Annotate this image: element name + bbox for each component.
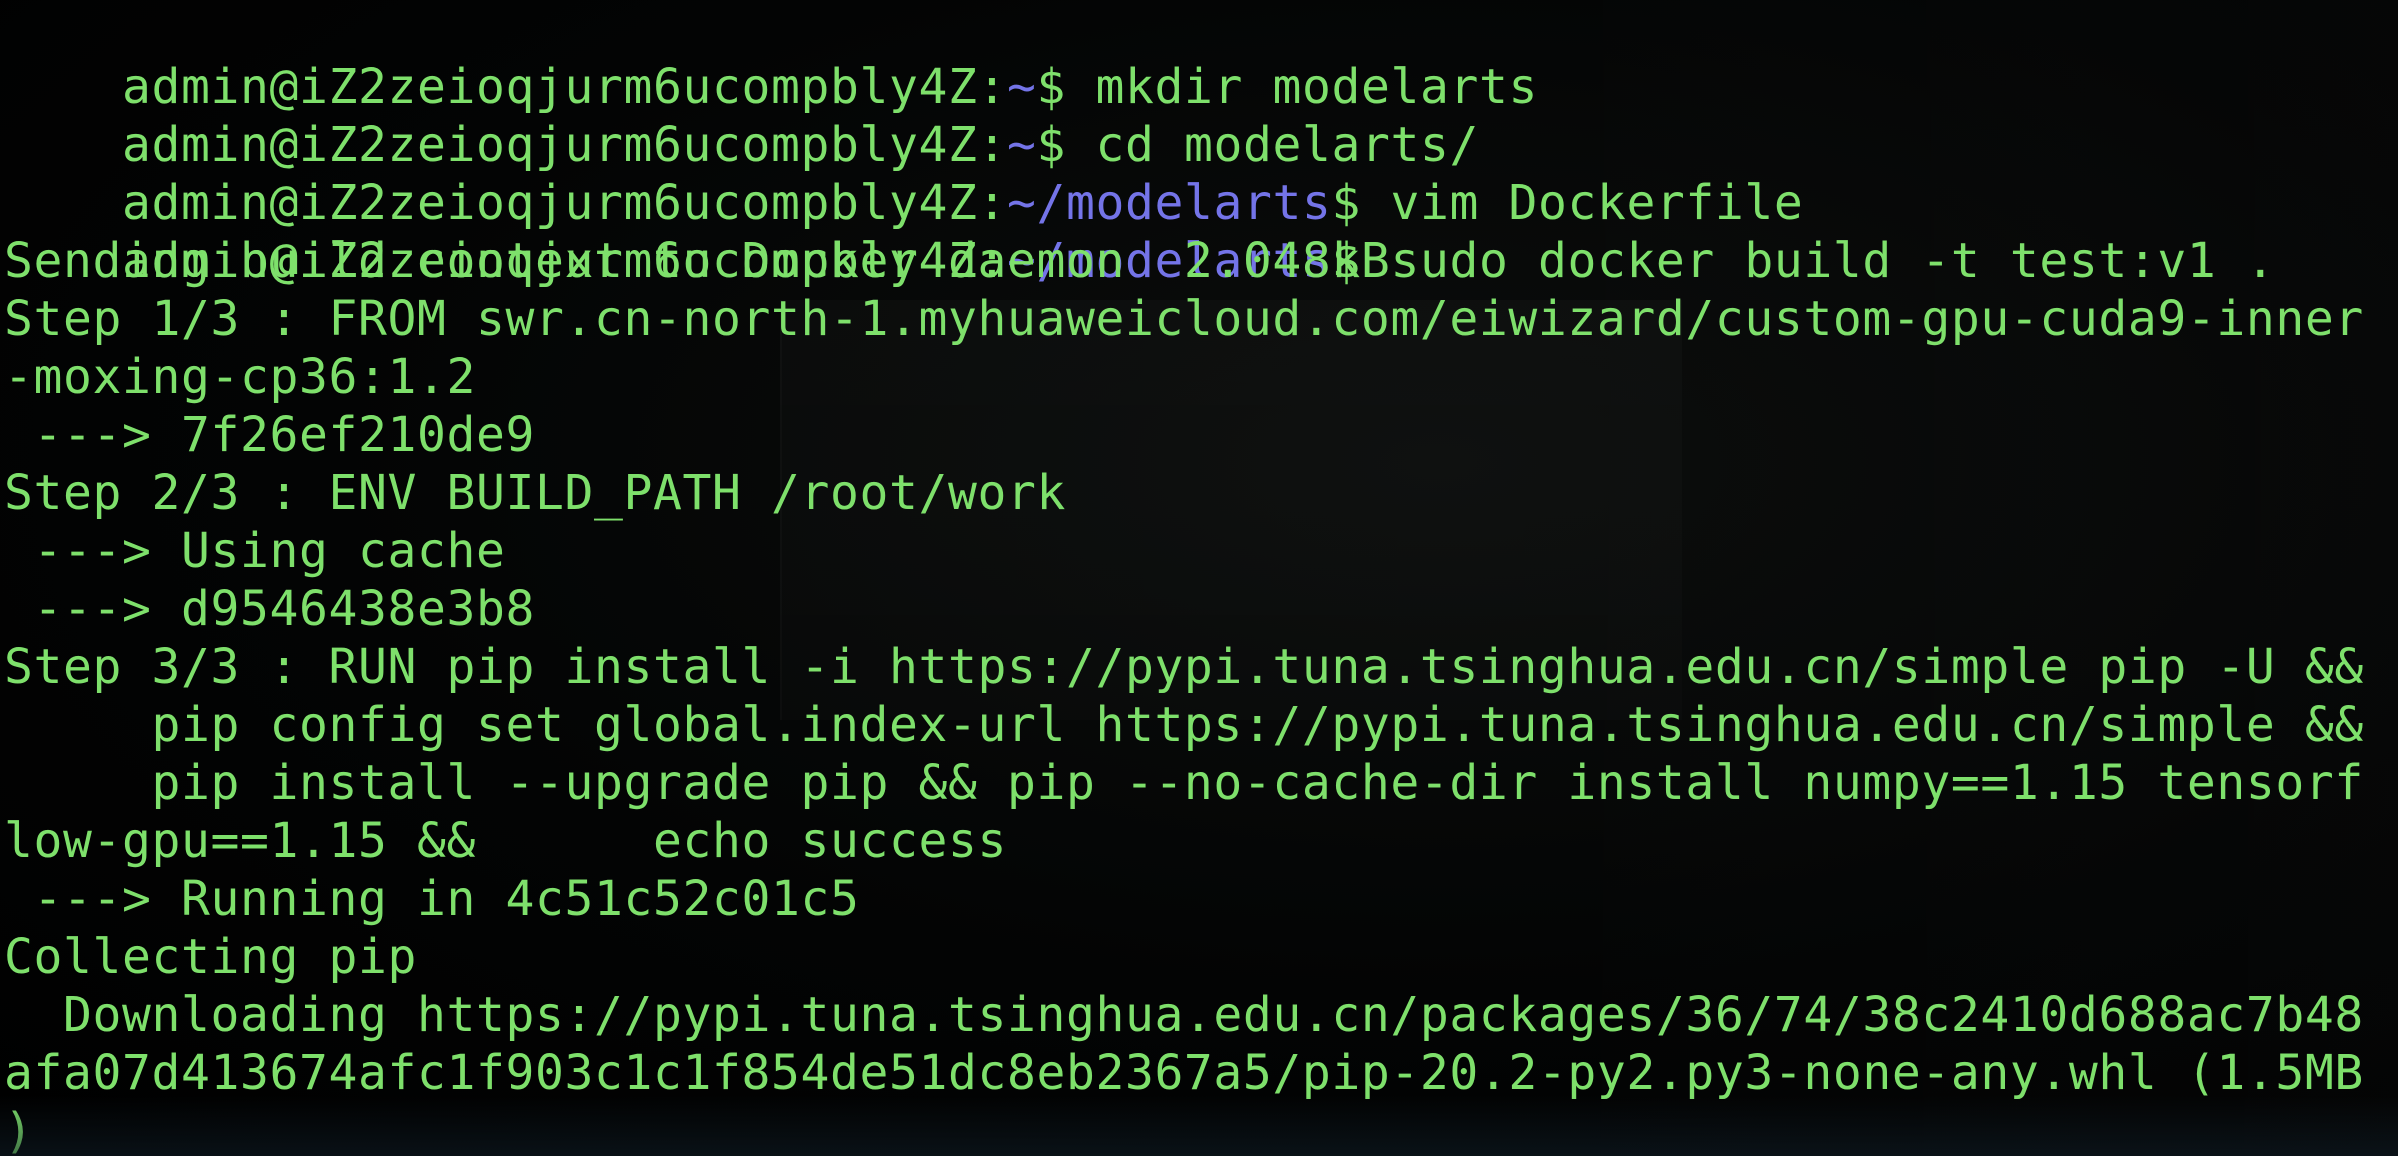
output-line: ---> 7f26ef210de9 bbox=[4, 407, 535, 463]
prompt-line: admin@iZ2zeioqjurm6ucompbly4Z:~/modelart… bbox=[4, 116, 1803, 231]
output-line: ) bbox=[4, 1103, 34, 1156]
output-line: Step 1/3 : FROM swr.cn-north-1.myhuaweic… bbox=[4, 291, 2364, 347]
output-line: ---> d9546438e3b8 bbox=[4, 581, 535, 637]
prompt-line: admin@iZ2zeioqjurm6ucompbly4Z:~$ mkdir m… bbox=[4, 0, 1538, 115]
bottom-shadow bbox=[0, 1096, 2398, 1156]
output-line: Sending build context to Docker daemon 2… bbox=[4, 233, 1391, 289]
output-line: afa07d413674afc1f903c1c1f854de51dc8eb236… bbox=[4, 1045, 2364, 1101]
output-line: ---> Running in 4c51c52c01c5 bbox=[4, 871, 860, 927]
output-line: ---> Using cache bbox=[4, 523, 506, 579]
command-text: sudo docker build -t test:v1 . bbox=[1360, 233, 2276, 289]
output-line: Collecting pip bbox=[4, 929, 417, 985]
output-line: Step 3/3 : RUN pip install -i https://py… bbox=[4, 639, 2364, 695]
output-line: pip install --upgrade pip && pip --no-ca… bbox=[4, 755, 2364, 811]
terminal-window[interactable]: admin@iZ2zeioqjurm6ucompbly4Z:~$ mkdir m… bbox=[0, 0, 2398, 1156]
output-line: low-gpu==1.15 && echo success bbox=[4, 813, 1007, 869]
output-line: -moxing-cp36:1.2 bbox=[4, 349, 476, 405]
prompt-line: admin@iZ2zeioqjurm6ucompbly4Z:~/modelart… bbox=[4, 174, 2275, 289]
output-line: pip config set global.index-url https://… bbox=[4, 697, 2364, 753]
output-line: Step 2/3 : ENV BUILD_PATH /root/work bbox=[4, 465, 1066, 521]
prompt-line: admin@iZ2zeioqjurm6ucompbly4Z:~$ cd mode… bbox=[4, 58, 1479, 173]
output-line: Downloading https://pypi.tuna.tsinghua.e… bbox=[4, 987, 2364, 1043]
